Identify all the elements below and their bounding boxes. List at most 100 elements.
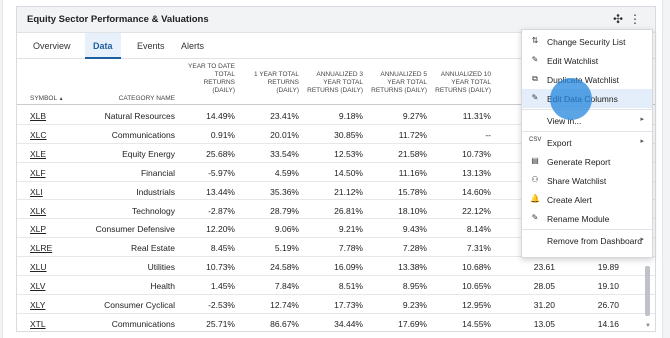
cell-y1: 5.19% — [274, 243, 299, 254]
menu-item-rename-module[interactable]: ✎ Rename Module — [522, 209, 652, 228]
cell-symbol[interactable]: XLK — [30, 206, 46, 216]
cell-category: Financial — [140, 167, 175, 178]
tab-alerts[interactable]: Alerts — [173, 33, 212, 59]
column-header-category[interactable]: CATEGORY NAME — [119, 95, 175, 103]
cell-y5: 8.95% — [402, 281, 427, 292]
cell-category: Real Estate — [131, 243, 175, 254]
cell-symbol[interactable]: XLF — [30, 168, 46, 178]
cell-y5: 11.72% — [398, 129, 427, 140]
sort-ascending-icon: ▲ — [58, 96, 64, 102]
module-options-menu: ⇅ Change Security List ✎ Edit Watchlist ⧉ Dup… — [521, 29, 653, 258]
left-panel-edge — [0, 0, 3, 338]
cell-y3: 16.09% — [334, 262, 363, 273]
cell-y10: 14.55% — [462, 318, 491, 329]
cell-symbol[interactable]: XLV — [30, 281, 45, 291]
cell-y10: 12.95% — [462, 300, 491, 310]
cell-category: Equity Energy — [122, 148, 175, 159]
menu-item-share-watchlist[interactable]: ⚇ Share Watchlist — [522, 171, 652, 190]
cell-category: Natural Resources — [104, 111, 175, 121]
cell-symbol[interactable]: XLRE — [30, 243, 52, 253]
cell-y10: 8.14% — [466, 224, 491, 235]
cell-ytd: 14.49% — [206, 111, 235, 121]
menu-item-label: Generate Report — [547, 156, 611, 167]
cell-y1: 23.41% — [270, 111, 299, 121]
cell-c8: 26.70 — [597, 300, 619, 310]
cell-y10: -- — [485, 129, 491, 140]
right-panel-edge — [662, 0, 670, 338]
cell-y5: 21.58% — [398, 148, 427, 159]
menu-item-export[interactable]: CSV Export ▸ — [522, 133, 652, 152]
menu-item-remove-from-dashboard[interactable]: Remove from Dashboard ▸ — [522, 231, 652, 250]
cell-y1: 12.74% — [270, 300, 299, 310]
column-header-10y[interactable]: ANNUALIZED 10 YEAR TOTAL RETURNS (DAILY) — [435, 71, 491, 95]
menu-item-create-alert[interactable]: 🔔 Create Alert — [522, 190, 652, 209]
table-row[interactable]: XTL Communications 25.71% 86.67% 34.44% 17.69… — [17, 314, 655, 331]
cell-y3: 30.85% — [334, 129, 363, 140]
cell-ytd: -2.87% — [208, 205, 235, 216]
move-icon[interactable]: ✣ — [613, 12, 623, 26]
cell-y1: 86.67% — [270, 318, 299, 329]
share-users-icon: ⚇ — [531, 175, 539, 184]
cell-y10: 11.31% — [462, 111, 491, 121]
menu-item-edit-watchlist[interactable]: ✎ Edit Watchlist — [522, 51, 652, 70]
column-header-ytd[interactable]: YEAR TO DATE TOTAL RETURNS (DAILY) — [188, 63, 235, 95]
tab-events[interactable]: Events — [129, 33, 173, 59]
menu-separator — [522, 131, 652, 132]
table-row[interactable]: XLU Utilities 10.73% 24.58% 16.09% 13.38% 10.6… — [17, 257, 655, 277]
cell-y10: 13.13% — [462, 167, 491, 178]
table-row[interactable]: XLV Health 1.45% 7.84% 8.51% 8.95% 10.65% 28.05… — [17, 276, 655, 295]
cell-y5: 13.38% — [398, 262, 427, 273]
cell-symbol[interactable]: XLI — [30, 187, 43, 197]
header-icons: ✣ ⋮ — [613, 12, 641, 26]
cell-category: Communications — [111, 318, 175, 329]
submenu-arrow-icon: ▸ — [640, 138, 644, 145]
cell-category: Consumer Defensive — [95, 224, 175, 235]
cell-ytd: 0.91% — [210, 129, 235, 140]
cell-symbol[interactable]: XLE — [30, 149, 46, 159]
tab-overview[interactable]: Overview — [25, 33, 79, 59]
cell-y3: 9.21% — [338, 224, 363, 235]
cell-category: Consumer Cyclical — [104, 300, 175, 310]
kebab-menu-icon[interactable]: ⋮ — [629, 12, 641, 26]
cell-symbol[interactable]: XLC — [30, 130, 47, 140]
menu-item-label: Create Alert — [547, 194, 592, 205]
cell-y1: 24.58% — [270, 262, 299, 273]
cell-symbol[interactable]: XLU — [30, 262, 47, 272]
scroll-thumb[interactable] — [645, 266, 650, 316]
cell-y5: 9.23% — [402, 300, 427, 310]
pencil-icon: ✎ — [531, 55, 539, 64]
menu-item-label: Share Watchlist — [547, 175, 607, 186]
cell-y1: 4.59% — [274, 167, 299, 178]
cell-category: Health — [150, 281, 175, 292]
column-header-1y[interactable]: 1 YEAR TOTAL RETURNS (DAILY) — [254, 71, 299, 95]
table-row[interactable]: XLY Consumer Cyclical -2.53% 12.74% 17.73% 9.… — [17, 295, 655, 314]
cell-ytd: 10.73% — [206, 262, 235, 273]
cell-y10: 10.68% — [462, 262, 491, 273]
cell-y10: 10.73% — [462, 148, 491, 159]
column-header-symbol[interactable]: SYMBOL ▲ — [30, 95, 64, 103]
pencil-icon: ✎ — [531, 93, 539, 102]
cell-symbol[interactable]: XLP — [30, 224, 46, 234]
column-header-3y[interactable]: ANNUALIZED 3 YEAR TOTAL RETURNS (DAILY) — [307, 71, 363, 95]
cell-y1: 28.79% — [270, 205, 299, 216]
scroll-down-icon[interactable]: ▼ — [645, 323, 651, 329]
cell-symbol[interactable]: XLB — [30, 111, 46, 121]
menu-item-generate-report[interactable]: ▤ Generate Report — [522, 152, 652, 171]
cell-c7: 31.20 — [533, 300, 555, 310]
menu-item-view-in[interactable]: View in... ▸ — [522, 111, 652, 130]
cell-y10: 14.60% — [462, 186, 491, 197]
menu-item-label: Change Security List — [547, 36, 626, 47]
column-header-5y[interactable]: ANNUALIZED 5 YEAR TOTAL RETURNS (DAILY) — [371, 71, 427, 95]
cell-y5: 7.28% — [402, 243, 427, 254]
cell-y3: 21.12% — [334, 186, 363, 197]
cell-symbol[interactable]: XTL — [30, 319, 46, 329]
cell-ytd: 25.68% — [206, 148, 235, 159]
cell-c8: 19.10 — [597, 281, 619, 292]
cell-symbol[interactable]: XLY — [30, 300, 45, 310]
cell-y5: 11.16% — [398, 167, 427, 178]
menu-item-change-security-list[interactable]: ⇅ Change Security List — [522, 32, 652, 51]
cell-y10: 7.31% — [466, 243, 491, 254]
cell-y5: 17.69% — [398, 318, 427, 329]
cell-c7: 23.61 — [533, 262, 555, 273]
tab-data[interactable]: Data — [85, 33, 121, 59]
